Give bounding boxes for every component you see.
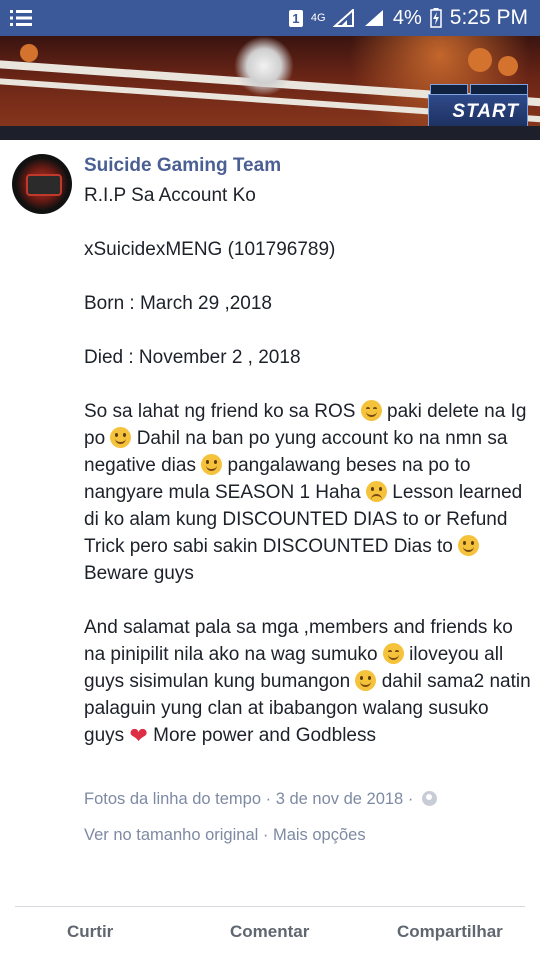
sad-emoji-icon <box>366 481 387 502</box>
sim-icon: 1 <box>288 9 303 27</box>
post-text: R.I.P Sa Account Ko xSuicidexMENG (10179… <box>84 182 532 776</box>
heart-emoji-icon: ❤ <box>129 723 148 748</box>
sim-label: 1 <box>292 10 300 26</box>
post-born: Born : March 29 ,2018 <box>84 293 272 314</box>
post-date[interactable]: 3 de nov de 2018 <box>276 790 404 808</box>
game-character <box>234 36 294 96</box>
menu-icon[interactable] <box>10 8 32 28</box>
smile-emoji-icon <box>110 427 132 448</box>
smile-emoji-icon <box>201 454 223 475</box>
meta-separator: · <box>261 790 276 808</box>
network-icon: 4G <box>310 11 326 24</box>
avatar[interactable] <box>12 154 72 214</box>
share-button[interactable]: Compartilhar <box>397 922 503 942</box>
network-label: 4G <box>310 11 326 24</box>
basketball-icon <box>498 56 518 76</box>
post-paragraph-1: So sa lahat ng friend ko sa ROS paki del… <box>84 398 532 587</box>
meta-separator: · <box>403 790 418 808</box>
smile-emoji-icon <box>458 535 480 556</box>
battery-icon <box>430 8 442 28</box>
post-died: Died : November 2 , 2018 <box>84 347 301 368</box>
avatar-emblem <box>26 174 62 196</box>
start-button: START <box>428 94 528 130</box>
text-segment: More power and Godbless <box>147 725 376 746</box>
signal-bars-icon <box>364 10 383 26</box>
smile-emoji-icon <box>355 670 377 691</box>
comment-button[interactable]: Comentar <box>230 922 309 942</box>
post-paragraph-2: And salamat pala sa mga ,members and fri… <box>84 614 532 749</box>
basketball-icon <box>468 48 492 72</box>
post-title: R.I.P Sa Account Ko <box>84 185 256 206</box>
post-meta: Fotos da linha do tempo · 3 de nov de 20… <box>84 790 437 809</box>
basketball-icon <box>20 44 38 62</box>
poster-name[interactable]: Suicide Gaming Team <box>84 155 281 177</box>
blush-emoji-icon <box>382 643 404 664</box>
game-hud-bar <box>0 126 540 140</box>
link-separator: · <box>258 826 273 844</box>
album-link[interactable]: Fotos da linha do tempo <box>84 790 261 808</box>
like-button[interactable]: Curtir <box>67 922 113 942</box>
action-bar: Curtir Comentar Compartilhar <box>0 918 540 948</box>
status-bar: 1 4G 4% 5:25 PM <box>0 0 540 36</box>
start-label: START <box>452 101 519 122</box>
text-segment: So sa lahat ng friend ko sa ROS <box>84 401 361 422</box>
blush-emoji-icon <box>360 400 382 421</box>
full-size-link[interactable]: Ver no tamanho original <box>84 826 258 844</box>
clock: 5:25 PM <box>449 6 528 29</box>
battery-percent: 4% <box>392 6 422 29</box>
post-links: Ver no tamanho original · Mais opções <box>84 826 366 845</box>
globe-icon <box>421 791 437 806</box>
post-image[interactable]: START <box>0 36 540 140</box>
post-account: xSuicidexMENG (101796789) <box>84 239 336 260</box>
more-options-link[interactable]: Mais opções <box>273 826 366 844</box>
signal-icon <box>332 9 354 27</box>
divider <box>15 906 525 907</box>
